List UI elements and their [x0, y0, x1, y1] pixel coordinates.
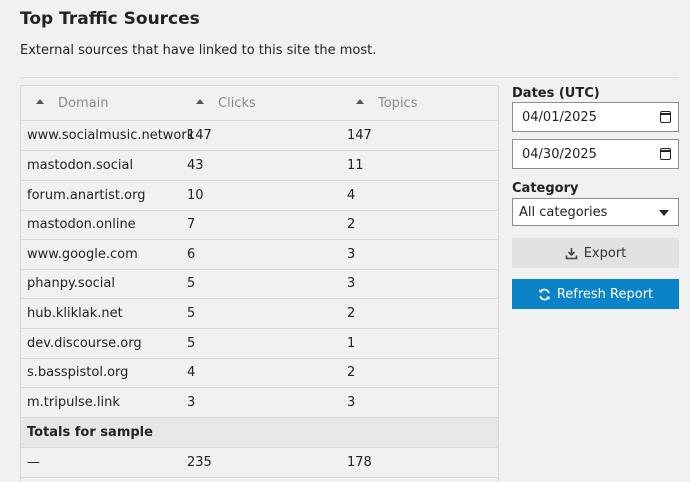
sort-arrow-icon [356, 99, 364, 104]
totals-row: — 235 178 [21, 448, 498, 478]
domain-cell: mastodon.social [27, 158, 134, 173]
topics-cell: 2 [347, 306, 356, 321]
totals-domain-cell: — [27, 455, 40, 470]
clicks-cell: 5 [187, 306, 196, 321]
column-header-clicks[interactable]: Clicks [196, 86, 256, 121]
clicks-cell: 5 [187, 336, 196, 351]
table-header: Domain Clicks Topics [21, 86, 498, 121]
category-label: Category [512, 181, 579, 196]
totals-clicks-cell: 235 [187, 455, 212, 470]
start-date-input[interactable]: 04/01/2025 [512, 102, 679, 132]
table-row: www.socialmusic.network 147 147 [21, 121, 498, 151]
sort-arrow-icon [36, 99, 44, 104]
column-header-topics[interactable]: Topics [356, 86, 417, 121]
topics-cell: 2 [347, 217, 356, 232]
table-row: mastodon.online 7 2 [21, 210, 498, 240]
clicks-cell: 7 [187, 217, 196, 232]
domain-cell: forum.anartist.org [27, 188, 146, 203]
download-icon [565, 247, 578, 259]
domain-cell: hub.kliklak.net [27, 306, 123, 321]
refresh-icon [539, 288, 550, 300]
table-row: m.tripulse.link 3 3 [21, 388, 498, 418]
clicks-cell: 4 [187, 365, 196, 380]
table-row: mastodon.social 43 11 [21, 151, 498, 181]
category-select[interactable]: All categories [512, 198, 679, 226]
chevron-down-icon [659, 210, 669, 216]
totals-topics-cell: 178 [347, 455, 372, 470]
topics-cell: 4 [347, 188, 356, 203]
clicks-cell: 3 [187, 395, 196, 410]
refresh-report-button[interactable]: Refresh Report [512, 279, 679, 309]
clicks-cell: 43 [187, 158, 204, 173]
domain-cell: www.socialmusic.network [27, 128, 195, 143]
table-row: forum.anartist.org 10 4 [21, 181, 498, 211]
page-title: Top Traffic Sources [20, 9, 200, 29]
topics-cell: 3 [347, 276, 356, 291]
traffic-table: Domain Clicks Topics www.socialmusic.net… [20, 85, 499, 482]
table-row: phanpy.social 5 3 [21, 269, 498, 299]
clicks-cell: 10 [187, 188, 204, 203]
totals-label: Totals for sample [27, 425, 153, 440]
end-date-input[interactable]: 04/30/2025 [512, 139, 679, 169]
domain-cell: mastodon.online [27, 217, 136, 232]
column-header-domain[interactable]: Domain [36, 86, 108, 121]
totals-label-row: Totals for sample [21, 418, 498, 448]
topics-cell: 2 [347, 365, 356, 380]
topics-cell: 3 [347, 395, 356, 410]
clicks-cell: 6 [187, 247, 196, 262]
table-row: hub.kliklak.net 5 2 [21, 299, 498, 329]
export-button[interactable]: Export [512, 238, 679, 268]
topics-cell: 11 [347, 158, 364, 173]
table-row: www.google.com 6 3 [21, 240, 498, 270]
table-row: s.basspistol.org 4 2 [21, 358, 498, 388]
domain-cell: www.google.com [27, 247, 138, 262]
domain-cell: phanpy.social [27, 276, 115, 291]
table-row: dev.discourse.org 5 1 [21, 329, 498, 359]
domain-cell: m.tripulse.link [27, 395, 120, 410]
topics-cell: 1 [347, 336, 356, 351]
calendar-icon[interactable] [660, 111, 671, 123]
topics-cell: 147 [347, 128, 372, 143]
domain-cell: dev.discourse.org [27, 336, 142, 351]
dates-label: Dates (UTC) [512, 86, 600, 101]
clicks-cell: 5 [187, 276, 196, 291]
calendar-icon[interactable] [660, 148, 671, 160]
divider [20, 77, 679, 78]
page-description: External sources that have linked to thi… [20, 43, 377, 58]
clicks-cell: 147 [187, 128, 212, 143]
topics-cell: 3 [347, 247, 356, 262]
domain-cell: s.basspistol.org [27, 365, 129, 380]
sort-arrow-icon [196, 99, 204, 104]
